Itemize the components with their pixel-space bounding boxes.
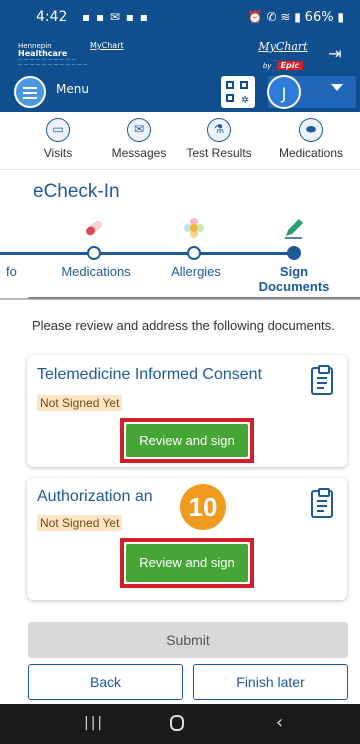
status-time: 4:42 [36,9,68,25]
stepper-scrollbar-thumb[interactable] [28,297,360,299]
step-dot-sign-documents[interactable] [287,246,301,260]
pill-icon [86,220,102,236]
menu-label[interactable]: Menu [56,82,89,96]
org-app-name: MyChart [90,41,124,50]
qr-icon-part [240,81,248,89]
step-label-line2: Documents [258,279,330,294]
by-text: by [262,62,272,70]
flower-icon [184,218,204,238]
finish-later-button[interactable]: Finish later [193,664,348,700]
quicknav-label: Test Results [186,146,252,160]
system-icons: ⏰ ✆ ≋ ▮ 66% ▮ [247,10,344,25]
step-dot-allergies[interactable] [187,246,201,260]
recent-apps-icon[interactable]: ||| [84,715,104,731]
status-badge: Not Signed Yet [37,395,123,411]
step-number-badge: 10 [180,484,226,530]
battery-level: 66% [304,10,334,25]
submit-button[interactable]: Submit [28,622,348,658]
chevron-down-icon[interactable] [331,84,343,91]
hennepin-logo[interactable]: Hennepin Healthcare — — — — — — — — — — … [18,42,124,69]
qr-code-button[interactable]: ✲ [221,76,255,108]
page-title: eCheck-In [33,181,120,202]
app-header: Hennepin Healthcare — — — — — — — — — — … [0,36,360,70]
home-icon[interactable] [170,715,184,731]
quick-nav: ▭ Visits ✉ Messages ⚗ Test Results ⬬ Med… [0,112,360,170]
org-name-line2: Healthcare [18,49,68,58]
quicknav-medications[interactable]: ⬬ Medications [266,118,356,160]
step-label-info[interactable]: fo [6,264,30,279]
highlight-box: Review and sign [120,418,254,463]
document-title-start: Authorization an [37,488,153,505]
quicknav-test-results[interactable]: ⚗ Test Results [174,118,264,160]
document-title[interactable]: Telemedicine Informed Consent [37,366,262,384]
back-button[interactable]: Back [28,664,183,700]
mychart-epic-logo: MyChart by Epic [258,40,308,70]
notification-icons: ▪ ▪ ✉ ▪ ▪ [82,10,149,24]
menu-bar: Menu ✲ J [0,70,360,112]
pen-icon [285,219,303,239]
envelope-icon: ✉ [127,118,151,142]
menu-button[interactable] [14,76,46,108]
qr-icon-part [226,94,234,102]
mychart-wordmark: MyChart [258,40,308,53]
epic-wordmark: Epic [276,61,304,70]
system-nav-bar: ||| ‹ [0,704,360,744]
step-label-medications[interactable]: Medications [50,264,142,279]
back-arrow-icon[interactable]: ‹ [276,712,283,733]
document-card: Telemedicine Informed Consent Not Signed… [27,355,347,467]
calendar-icon: ▭ [46,118,70,142]
avatar[interactable]: J [267,75,301,109]
org-tagline-2: — — — — — — — — — — — — [18,63,88,68]
quicknav-label: Medications [278,146,344,160]
logout-icon[interactable]: ⇥ [323,44,347,64]
battery-icon: ▮ [333,10,344,24]
review-and-sign-button[interactable]: Review and sign [126,424,248,457]
pill-icon: ⬬ [299,118,323,142]
stepper-track [0,252,296,255]
step-label-allergies[interactable]: Allergies [160,264,232,279]
clipboard-icon [311,365,333,395]
checkin-stepper: fo Medications Allergies Sign Documents [0,210,360,296]
menu-icon-line [23,97,37,99]
step-dot-medications[interactable] [87,246,101,260]
menu-icon-line [23,92,37,94]
flask-icon: ⚗ [207,118,231,142]
step-label-line1: Sign [279,264,309,279]
status-bar: 4:42 ▪ ▪ ✉ ▪ ▪ ⏰ ✆ ≋ ▮ 66% ▮ [0,0,360,36]
highlight-box: Review and sign [120,538,254,588]
quicknav-messages[interactable]: ✉ Messages [94,118,184,160]
quicknav-label: Visits [43,146,73,160]
intro-text: Please review and address the following … [32,318,335,333]
clipboard-icon [311,488,333,518]
quicknav-visits[interactable]: ▭ Visits [13,118,103,160]
quicknav-label: Messages [111,146,167,160]
menu-icon [23,87,37,89]
gear-icon: ✲ [241,95,250,106]
review-and-sign-button[interactable]: Review and sign [126,544,248,582]
step-label-sign-documents[interactable]: Sign Documents [254,264,334,294]
status-badge: Not Signed Yet [37,515,123,531]
qr-icon [226,81,234,89]
